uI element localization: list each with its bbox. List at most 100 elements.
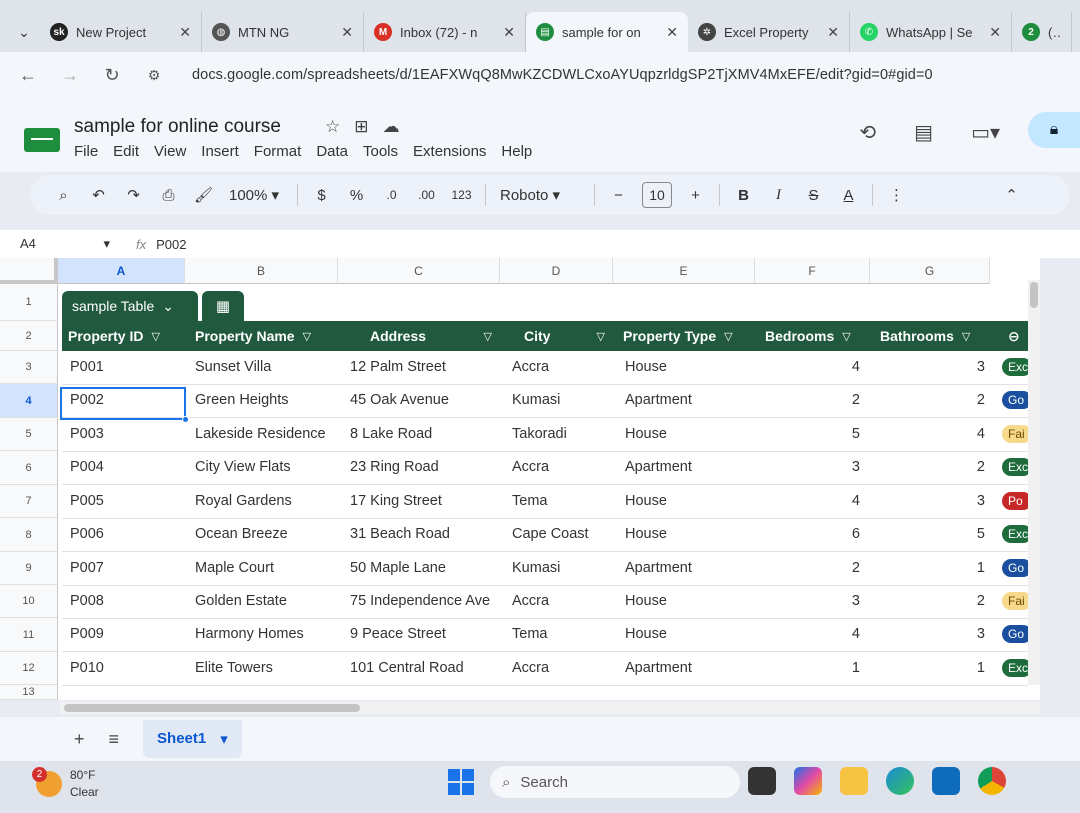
row-header-5[interactable]: 5 — [0, 418, 58, 451]
name-box[interactable]: A4 ▾ — [0, 236, 120, 252]
menu-item-view[interactable]: View — [154, 143, 186, 160]
filter-dropdown-icon[interactable]: ▽ — [484, 330, 492, 343]
row-header-3[interactable]: 3 — [0, 351, 58, 384]
select-all-corner[interactable] — [0, 258, 58, 284]
table-cell[interactable]: P003 — [70, 418, 189, 451]
table-cell[interactable]: 4 — [870, 418, 995, 451]
table-cell[interactable]: Accra — [512, 451, 619, 484]
column-header-b[interactable]: B — [185, 258, 338, 284]
table-cell[interactable]: 23 Ring Road — [350, 451, 506, 484]
print-icon[interactable]: ⎙ — [151, 187, 186, 204]
search-menus-icon[interactable]: ⌕ — [46, 187, 81, 204]
table-cell[interactable]: Accra — [512, 585, 619, 618]
close-tab-icon[interactable]: ✕ — [179, 24, 191, 41]
bold-button[interactable]: B — [726, 187, 761, 204]
close-tab-icon[interactable]: ✕ — [503, 24, 515, 41]
table-cell[interactable]: Apartment — [625, 451, 750, 484]
table-cell[interactable]: P005 — [70, 485, 189, 518]
table-cell[interactable]: 6 — [755, 518, 870, 551]
table-cell[interactable]: 101 Central Road — [350, 652, 506, 685]
table-cell[interactable]: Harmony Homes — [195, 618, 344, 651]
column-header-property-id[interactable]: Property ID ▽ — [62, 321, 189, 351]
table-cell[interactable]: Green Heights — [195, 384, 344, 417]
move-folder-icon[interactable]: ⊞ — [354, 117, 368, 137]
table-cell[interactable]: 1 — [755, 652, 870, 685]
column-header-property-type[interactable]: Property Type ▽ — [617, 321, 759, 351]
close-tab-icon[interactable]: ✕ — [666, 24, 678, 41]
outlook-icon[interactable] — [932, 767, 960, 795]
table-cell[interactable]: 3 — [755, 585, 870, 618]
table-cell[interactable]: 2 — [870, 585, 995, 618]
table-cell[interactable]: P008 — [70, 585, 189, 618]
sheets-logo-icon[interactable] — [24, 128, 60, 152]
column-header-g[interactable]: G — [870, 258, 990, 284]
vertical-scrollbar[interactable] — [1028, 280, 1040, 685]
table-cell[interactable]: P004 — [70, 451, 189, 484]
table-cell[interactable]: Ocean Breeze — [195, 518, 344, 551]
forward-arrow-icon[interactable]: → — [60, 65, 80, 86]
redo-icon[interactable]: ↷ — [116, 186, 151, 204]
reload-icon[interactable]: ↻ — [102, 65, 122, 86]
table-cell[interactable]: 2 — [755, 384, 870, 417]
document-title[interactable]: sample for online course — [74, 116, 281, 138]
edge-icon[interactable] — [886, 767, 914, 795]
table-cell[interactable]: Cape Coast — [512, 518, 619, 551]
browser-tab[interactable]: ✲ Excel Property ✕ — [688, 12, 850, 52]
close-tab-icon[interactable]: ✕ — [989, 24, 1001, 41]
column-header-address[interactable]: Address ▽ — [342, 321, 504, 351]
table-cell[interactable]: 2 — [870, 451, 995, 484]
horizontal-scrollbar-thumb[interactable] — [64, 704, 360, 712]
table-cell[interactable]: 3 — [870, 351, 995, 384]
row-header-6[interactable]: 6 — [0, 451, 58, 485]
menu-item-insert[interactable]: Insert — [201, 143, 239, 160]
menu-item-edit[interactable]: Edit — [113, 143, 139, 160]
formula-input[interactable]: P002 — [156, 237, 186, 252]
table-cell[interactable]: Kumasi — [512, 384, 619, 417]
browser-tab[interactable]: ✆ WhatsApp | Se ✕ — [850, 12, 1012, 52]
table-cell[interactable]: House — [625, 418, 750, 451]
table-cell[interactable]: 75 Independence Ave — [350, 585, 506, 618]
table-cell[interactable]: 50 Maple Lane — [350, 552, 506, 585]
column-header-a[interactable]: A — [58, 258, 185, 284]
close-tab-icon[interactable]: ✕ — [827, 24, 839, 41]
decrease-decimal-button[interactable]: .0 — [374, 188, 409, 202]
horizontal-scrollbar[interactable] — [60, 702, 1040, 714]
table-cell[interactable]: House — [625, 485, 750, 518]
more-columns-icon[interactable]: ⊖ — [1002, 321, 1020, 351]
table-settings-icon[interactable]: ▦ — [202, 291, 244, 321]
table-cell[interactable]: House — [625, 351, 750, 384]
add-sheet-button[interactable]: + — [74, 729, 85, 750]
more-formats-button[interactable]: 123 — [444, 188, 479, 202]
paint-format-icon[interactable]: 🖌︎ — [186, 186, 221, 204]
percent-format-button[interactable]: % — [339, 187, 374, 204]
table-cell[interactable]: Takoradi — [512, 418, 619, 451]
column-header-d[interactable]: D — [500, 258, 613, 284]
comments-icon[interactable]: ▤ — [914, 120, 933, 145]
row-header-11[interactable]: 11 — [0, 618, 58, 652]
copilot-icon[interactable] — [794, 767, 822, 795]
browser-tab[interactable]: ▤ sample for on ✕ — [526, 12, 688, 52]
table-cell[interactable]: 4 — [755, 618, 870, 651]
table-cell[interactable]: Lakeside Residence — [195, 418, 344, 451]
table-cell[interactable]: P009 — [70, 618, 189, 651]
tab-search-chevron-icon[interactable]: ⌄ — [8, 12, 40, 52]
column-header-city[interactable]: City ▽ — [504, 321, 617, 351]
filter-dropdown-icon[interactable]: ▽ — [597, 330, 605, 343]
table-cell[interactable]: Elite Towers — [195, 652, 344, 685]
row-header-2[interactable]: 2 — [0, 321, 58, 351]
row-header-1[interactable]: 1 — [0, 284, 58, 321]
column-header-e[interactable]: E — [613, 258, 755, 284]
increase-font-size-button[interactable]: + — [678, 187, 713, 204]
share-button[interactable]: 🔒︎ — [1028, 112, 1080, 148]
zoom-select[interactable]: 100% ▾ — [221, 186, 291, 204]
row-header-7[interactable]: 7 — [0, 485, 58, 518]
table-cell[interactable]: House — [625, 518, 750, 551]
table-cell[interactable]: 45 Oak Avenue — [350, 384, 506, 417]
table-cell[interactable]: 2 — [755, 552, 870, 585]
sheet-tab-sheet1[interactable]: Sheet1 ▾ — [143, 720, 242, 758]
spreadsheet-grid[interactable]: A B C D E F G 1 2 3 4 5 6 7 8 9 10 11 12 13 sample Table ⌄ ▦ Pr… — [0, 258, 1040, 700]
browser-tab[interactable]: M Inbox (72) - n ✕ — [364, 12, 526, 52]
filter-dropdown-icon[interactable]: ▽ — [303, 330, 311, 343]
star-icon[interactable]: ☆ — [325, 117, 340, 137]
italic-button[interactable]: I — [761, 187, 796, 204]
